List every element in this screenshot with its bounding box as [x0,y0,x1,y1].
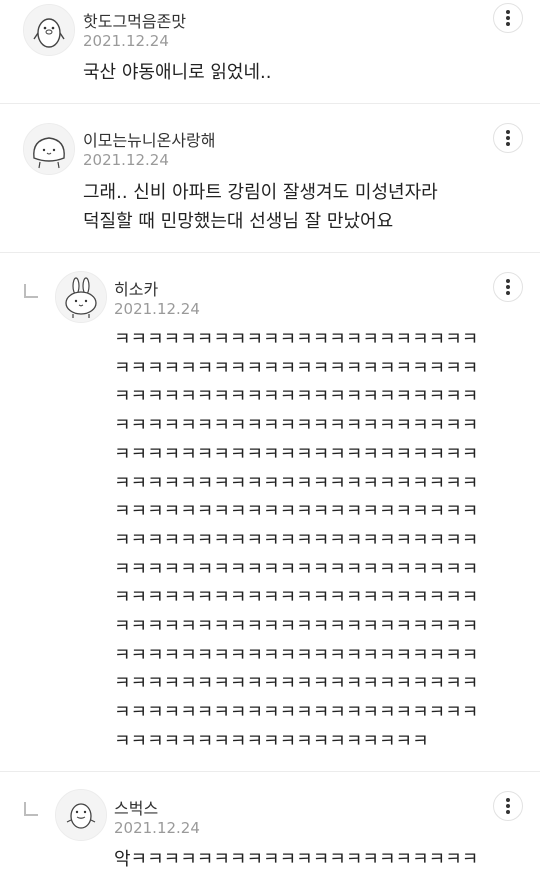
penguin-avatar-icon[interactable] [23,4,75,56]
divider [0,771,540,772]
reply-arrow-icon [24,802,38,816]
comment-text: 악ㅋㅋㅋㅋㅋㅋㅋㅋㅋㅋㅋㅋㅋㅋㅋㅋㅋㅋㅋㅋㅋ [114,849,479,870]
comment-nickname[interactable]: 핫도그먹음존맛 [83,8,186,32]
divider [0,252,540,253]
blob-avatar-icon[interactable] [23,123,75,175]
more-vertical-icon[interactable] [493,3,523,33]
bunny-avatar-icon[interactable] [55,271,107,323]
duck-avatar-icon[interactable] [55,789,107,841]
comment-date: 2021.12.24 [114,819,200,837]
comment-date: 2021.12.24 [83,32,169,50]
divider [0,103,540,104]
comment-text: 국산 야동애니로 읽었네.. [83,62,272,83]
comment-text: ㅋㅋㅋㅋㅋㅋㅋㅋㅋㅋㅋㅋㅋㅋㅋㅋㅋㅋㅋㅋㅋㅋ ㅋㅋㅋㅋㅋㅋㅋㅋㅋㅋㅋㅋㅋㅋㅋㅋㅋ… [114,329,479,752]
comment-text: 그래.. 신비 아파트 강림이 잘생겨도 미성년자라 덕질할 때 민망했는대 선… [83,182,438,232]
reply-arrow-icon [24,284,38,298]
comment-nickname[interactable]: 스벅스 [114,795,158,819]
more-vertical-icon[interactable] [493,123,523,153]
more-vertical-icon[interactable] [493,791,523,821]
comment-nickname[interactable]: 이모는뉴니온사랑해 [83,127,215,151]
comment-date: 2021.12.24 [114,300,200,318]
comment-nickname[interactable]: 히소카 [114,276,158,300]
more-vertical-icon[interactable] [493,272,523,302]
comment-date: 2021.12.24 [83,151,169,169]
